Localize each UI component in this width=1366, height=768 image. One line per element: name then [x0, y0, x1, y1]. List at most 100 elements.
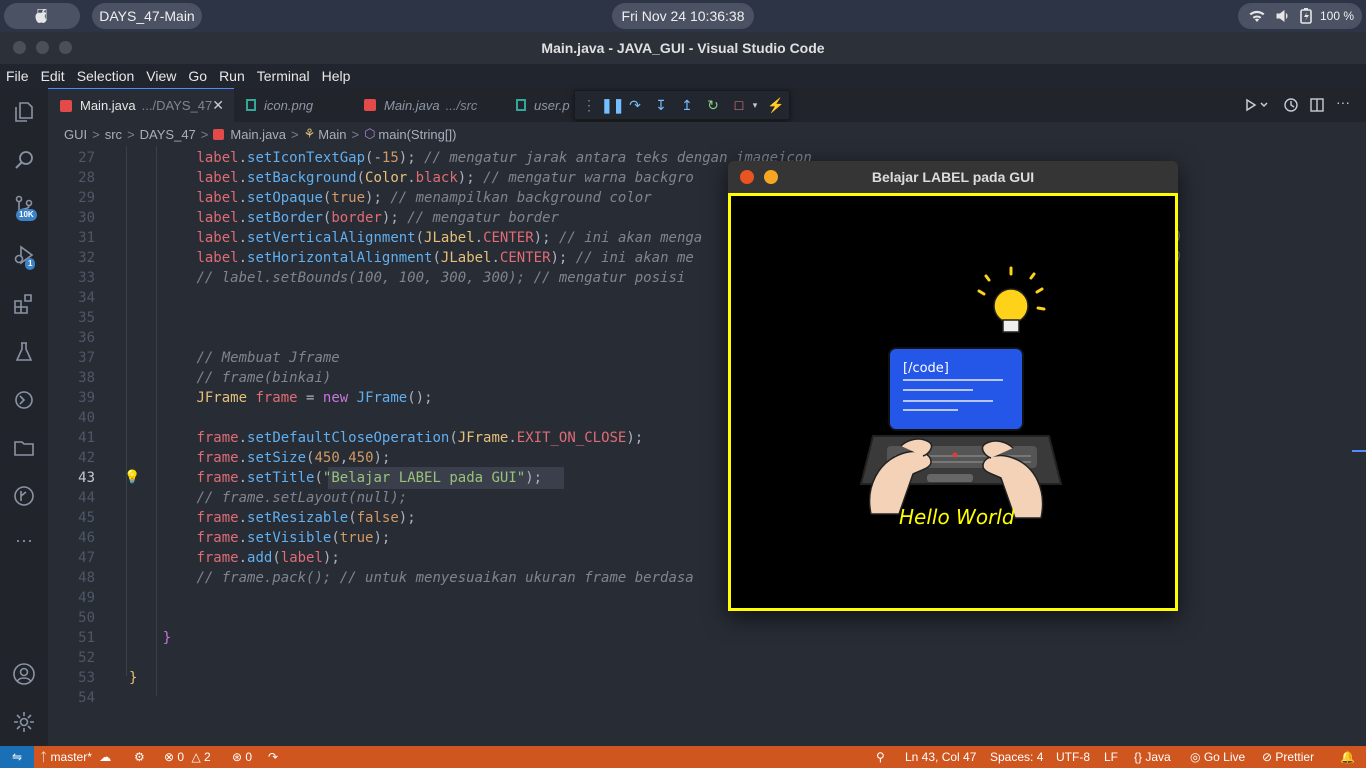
- hot-code-replace-icon[interactable]: ⚡: [767, 97, 784, 113]
- scrollbar-marker: [1352, 450, 1366, 452]
- folder-icon[interactable]: [12, 436, 36, 460]
- workspace-pill[interactable]: DAYS_47-Main: [92, 3, 202, 29]
- line-number: 30: [78, 210, 95, 226]
- gui-minimize-button[interactable]: [764, 170, 778, 184]
- menu-run[interactable]: Run: [219, 68, 245, 84]
- settings-gear-icon[interactable]: [12, 710, 36, 734]
- breadcrumb-file[interactable]: Main.java: [230, 127, 286, 142]
- run-debug-dropdown-icon[interactable]: [1244, 98, 1270, 112]
- breadcrumb-days47[interactable]: DAYS_47: [140, 127, 196, 142]
- menu-edit[interactable]: Edit: [41, 68, 65, 84]
- testing-icon[interactable]: [12, 340, 36, 364]
- breadcrumb-method[interactable]: main(String[]): [378, 127, 456, 142]
- step-into-icon[interactable]: ↧: [653, 97, 669, 113]
- code-text: // Membuat Jframe: [196, 350, 340, 366]
- debug-status-icon[interactable]: ↷: [268, 746, 278, 768]
- split-editor-icon[interactable]: [1310, 98, 1324, 112]
- explorer-icon[interactable]: [12, 100, 36, 124]
- go-live-button[interactable]: ◎ Go Live: [1190, 746, 1245, 768]
- breadcrumb-class[interactable]: Main: [318, 127, 346, 142]
- code-text: }: [162, 630, 172, 646]
- more-icon[interactable]: ···: [12, 528, 36, 552]
- notifications-icon[interactable]: 🔔: [1340, 746, 1355, 768]
- stop-dropdown-icon[interactable]: ▾: [747, 97, 763, 113]
- java-gui-window[interactable]: Belajar LABEL pada GUI [/code] Hello Wor…: [728, 161, 1178, 611]
- end-of-line[interactable]: LF: [1104, 746, 1118, 768]
- problems-status[interactable]: ⊗ 0 △ 2: [164, 746, 211, 768]
- extensions-icon[interactable]: [12, 292, 36, 316]
- line-number: 52: [78, 650, 95, 666]
- tab-main-java-src[interactable]: Main.java .../src: [352, 88, 504, 122]
- code-screen-text: [/code]: [903, 361, 949, 376]
- breadcrumb-gui[interactable]: GUI: [64, 127, 87, 142]
- step-out-icon[interactable]: ↥: [679, 97, 695, 113]
- remote-icon: ⇋: [11, 750, 23, 764]
- tab-label: Main.java: [80, 98, 136, 113]
- gui-close-button[interactable]: [740, 170, 754, 184]
- menu-help[interactable]: Help: [322, 68, 351, 84]
- remote-indicator[interactable]: ⇋: [0, 746, 34, 768]
- system-status-pill[interactable]: 100 %: [1238, 3, 1362, 29]
- code-line[interactable]: 50: [48, 608, 1366, 628]
- close-tab-icon[interactable]: ✕: [212, 97, 224, 114]
- menu-view[interactable]: View: [146, 68, 176, 84]
- code-line[interactable]: 54: [48, 688, 1366, 708]
- menu-terminal[interactable]: Terminal: [257, 68, 310, 84]
- code-text: }: [129, 670, 138, 686]
- breadcrumb-src[interactable]: src: [105, 127, 122, 142]
- stop-icon[interactable]: □: [731, 97, 747, 113]
- branch-label: master*: [50, 750, 92, 764]
- more-actions-icon[interactable]: ···: [1336, 94, 1350, 110]
- language-mode[interactable]: {} Java: [1134, 746, 1171, 768]
- remote-explorer-icon[interactable]: [12, 388, 36, 412]
- code-line[interactable]: 53}: [48, 668, 1366, 688]
- cursor-position[interactable]: Ln 43, Col 47: [905, 746, 976, 768]
- warning-icon: △: [191, 750, 201, 764]
- restart-icon[interactable]: ↻: [705, 97, 721, 113]
- code-line[interactable]: 51 }: [48, 628, 1366, 648]
- search-icon[interactable]: [12, 148, 36, 172]
- menu-file[interactable]: File: [6, 68, 29, 84]
- ports-count: 0: [245, 750, 253, 764]
- gui-title: Belajar LABEL pada GUI: [871, 169, 1035, 185]
- ports-status[interactable]: ⊛ 0: [232, 746, 252, 768]
- code-text: frame.setSize(450,450);: [196, 450, 391, 466]
- activities-button[interactable]: : [4, 3, 80, 29]
- indentation[interactable]: Spaces: 4: [990, 746, 1043, 768]
- menu-selection[interactable]: Selection: [77, 68, 135, 84]
- git-graph-icon[interactable]: [12, 484, 36, 508]
- pause-icon[interactable]: ❚❚: [601, 97, 624, 113]
- broadcast-icon: ◎: [1190, 750, 1201, 764]
- line-number: 51: [78, 630, 95, 646]
- account-icon[interactable]: [12, 662, 36, 686]
- line-number: 27: [78, 150, 95, 166]
- menu-go[interactable]: Go: [188, 68, 207, 84]
- line-number: 29: [78, 190, 95, 206]
- step-over-icon[interactable]: ↷: [627, 97, 643, 113]
- line-number: 53: [78, 670, 95, 686]
- branch-status[interactable]: ᛏ master* ☁: [40, 746, 111, 768]
- prettier-status[interactable]: ⊘ Prettier: [1262, 746, 1314, 768]
- code-line[interactable]: 52: [48, 648, 1366, 668]
- code-text: frame.setResizable(false);: [196, 510, 416, 526]
- line-number: 45: [78, 510, 95, 526]
- line-number: 48: [78, 570, 95, 586]
- gui-titlebar: Belajar LABEL pada GUI: [728, 161, 1178, 193]
- encoding[interactable]: UTF-8: [1056, 746, 1090, 768]
- lightbulb-illustration: [977, 266, 1046, 333]
- timeline-icon[interactable]: [1284, 98, 1298, 112]
- clock-pill[interactable]: Fri Nov 24 10:36:38: [612, 3, 754, 29]
- scm-badge: 10K: [16, 209, 37, 221]
- code-text: // frame.setLayout(null);: [196, 490, 408, 506]
- vcs-icon[interactable]: ⚙: [134, 746, 145, 768]
- tab-main-java[interactable]: Main.java .../DAYS_47 ✕: [48, 88, 234, 122]
- drag-handle-icon[interactable]: ⋮: [581, 97, 597, 113]
- image-file-icon: [246, 99, 256, 111]
- tab-user[interactable]: user.p: [504, 88, 574, 122]
- tab-icon-png[interactable]: icon.png: [234, 88, 352, 122]
- code-text: // frame.pack(); // untuk menyesuaikan u…: [196, 570, 694, 586]
- line-number: 49: [78, 590, 95, 606]
- error-count: 0: [177, 750, 185, 764]
- code-text: frame.setTitle("Belajar LABEL pada GUI")…: [196, 470, 543, 486]
- location-icon[interactable]: ⚲: [876, 746, 885, 768]
